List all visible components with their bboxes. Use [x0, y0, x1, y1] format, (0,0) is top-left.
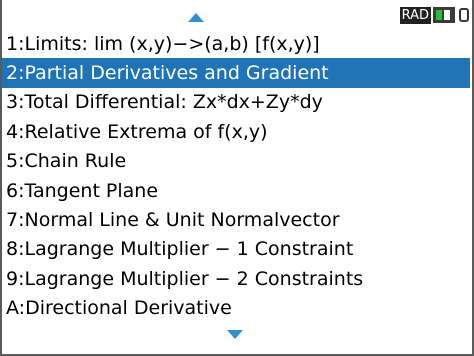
menu-item-partial-derivatives[interactable]: 2: Partial Derivatives and Gradient [2, 58, 470, 88]
menu-item-tangent-plane[interactable]: 6: Tangent Plane [2, 176, 470, 205]
menu-item-chain-rule[interactable]: 5: Chain Rule [2, 147, 470, 176]
menu-item-lagrange-2[interactable]: 9: Lagrange Multiplier − 2 Constraints [2, 264, 470, 293]
scroll-down-icon[interactable] [227, 330, 243, 339]
menu-item-label: Total Differential: Zx*dx+Zy*dy [24, 91, 323, 114]
menu-item-directional-derivative[interactable]: A: Directional Derivative [2, 294, 470, 323]
status-bar: RAD [399, 4, 472, 26]
menu-item-label: Chain Rule [24, 150, 127, 173]
menu-item-key: 7: [6, 209, 25, 232]
cable-icon [456, 7, 472, 23]
scroll-up-icon[interactable] [188, 13, 204, 22]
menu-item-normal-line[interactable]: 7: Normal Line & Unit Normalvector [2, 205, 470, 234]
menu-item-key: 1: [6, 32, 25, 55]
menu-item-label: Lagrange Multiplier − 2 Constraints [24, 267, 364, 290]
menu-item-key: 5: [6, 150, 25, 173]
menu-item-key: 6: [6, 179, 25, 202]
menu-item-key: 4: [6, 120, 25, 143]
angle-mode-indicator: RAD [399, 6, 431, 24]
menu-item-label: Limits: lim (x,y)−>(a,b) [f(x,y)] [24, 32, 320, 55]
menu-item-key: 9: [6, 267, 25, 290]
menu-item-relative-extrema[interactable]: 4: Relative Extrema of f(x,y) [2, 117, 470, 146]
menu-item-label: Normal Line & Unit Normalvector [24, 209, 340, 232]
menu-item-label: Lagrange Multiplier − 1 Constraint [24, 238, 354, 261]
menu-item-label: Partial Derivatives and Gradient [24, 62, 329, 85]
menu-item-key: 8: [6, 238, 25, 261]
menu-item-key: 3: [6, 91, 25, 114]
menu-item-limits[interactable]: 1: Limits: lim (x,y)−>(a,b) [f(x,y)] [2, 29, 470, 58]
menu-item-key: A: [6, 297, 26, 320]
menu-item-key: 2: [6, 62, 25, 85]
menu-item-label: Tangent Plane [24, 179, 159, 202]
calculator-screen: RAD 1: Limits: lim (x,y)−>(a,b) [f(x,y)]… [0, 0, 474, 356]
menu-item-lagrange-1[interactable]: 8: Lagrange Multiplier − 1 Constraint [2, 235, 470, 264]
menu-item-label: Relative Extrema of f(x,y) [24, 120, 268, 143]
menu-item-total-differential[interactable]: 3: Total Differential: Zx*dx+Zy*dy [2, 88, 470, 117]
menu-item-label: Directional Derivative [25, 297, 232, 320]
menu-list: 1: Limits: lim (x,y)−>(a,b) [f(x,y)] 2: … [2, 29, 470, 323]
battery-icon [433, 7, 455, 23]
